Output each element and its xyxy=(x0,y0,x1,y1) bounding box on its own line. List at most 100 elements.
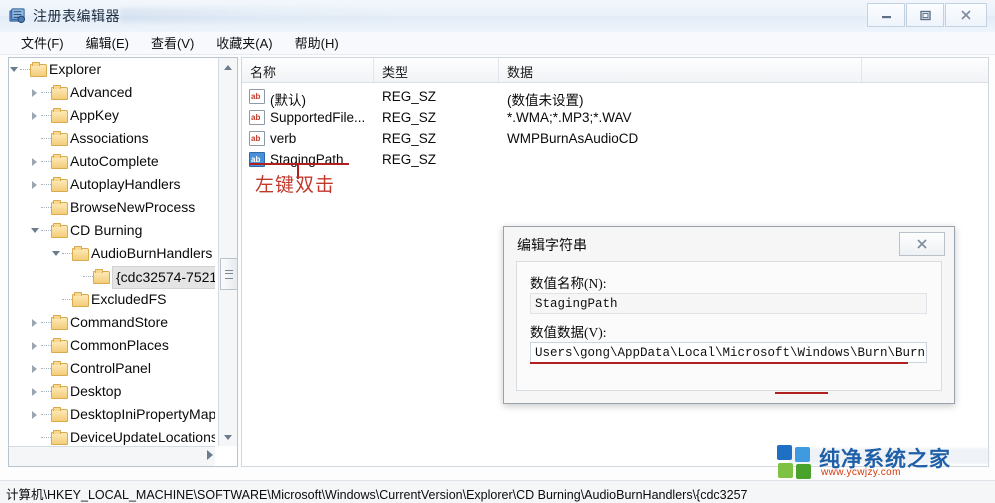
tree-node-label: Associations xyxy=(70,130,149,146)
tree-node-label: Advanced xyxy=(70,84,133,100)
folder-icon xyxy=(72,292,89,307)
cell-type: REG_SZ xyxy=(382,131,437,146)
minimize-button[interactable] xyxy=(867,3,905,27)
folder-icon xyxy=(51,108,68,123)
cell-name: SupportedFile... xyxy=(270,110,366,125)
tree-node[interactable]: ExcludedFS xyxy=(9,288,215,311)
cell-type: REG_SZ xyxy=(382,110,437,125)
tree-node-label: {cdc32574-7521- xyxy=(112,266,215,289)
cell-type: REG_SZ xyxy=(382,89,437,104)
folder-icon xyxy=(51,407,68,422)
table-row[interactable]: ab SupportedFile... REG_SZ *.WMA;*.MP3;*.WA… xyxy=(242,108,988,129)
menu-file[interactable]: 文件(F) xyxy=(10,32,75,54)
edit-string-dialog: 编辑字符串 数值名称(N): StagingPath 数值数据(V): User… xyxy=(503,226,955,404)
tree-node[interactable]: AutoComplete xyxy=(9,150,215,173)
annotation-ok-underline xyxy=(775,392,828,394)
tree-node[interactable]: AudioBurnHandlers xyxy=(9,242,215,265)
registry-tree-pane: Explorer Advanced AppKey Associations AutoCo… xyxy=(8,57,238,467)
tree-node[interactable]: DesktopIniPropertyMap xyxy=(9,403,215,426)
tree-node-label: ExcludedFS xyxy=(91,291,167,307)
menu-edit[interactable]: 编辑(E) xyxy=(75,32,140,54)
chevron-right-icon xyxy=(32,411,37,419)
tree-node[interactable]: CD Burning xyxy=(9,219,215,242)
close-button[interactable] xyxy=(945,3,987,27)
window-controls xyxy=(867,3,987,27)
tree-node[interactable]: Advanced xyxy=(9,81,215,104)
value-name-field[interactable]: StagingPath xyxy=(530,293,927,314)
value-data-field[interactable]: Users\gong\AppData\Local\Microsoft\Windo… xyxy=(530,342,927,363)
status-bar: 计算机\HKEY_LOCAL_MACHINE\SOFTWARE\Microsof… xyxy=(0,480,995,503)
tree-node[interactable]: AppKey xyxy=(9,104,215,127)
column-divider[interactable] xyxy=(498,58,499,82)
tree-node-label: Desktop xyxy=(70,383,122,399)
tree-node[interactable]: BrowseNewProcess xyxy=(9,196,215,219)
folder-icon xyxy=(51,131,68,146)
column-header-name[interactable]: 名称 xyxy=(250,62,276,81)
annotation-underline xyxy=(250,163,349,165)
chevron-right-icon xyxy=(32,342,37,350)
folder-icon xyxy=(51,338,68,353)
tree-node-label: ControlPanel xyxy=(70,360,151,376)
maximize-button[interactable] xyxy=(906,3,944,27)
folder-icon xyxy=(51,85,68,100)
annotation-data-underline xyxy=(530,362,908,364)
tree-node-label: DeviceUpdateLocations xyxy=(70,429,215,445)
chevron-right-icon xyxy=(32,388,37,396)
scroll-up-icon[interactable] xyxy=(219,58,237,76)
tree-horizontal-scrollbar[interactable] xyxy=(9,446,215,466)
tree-node[interactable]: AutoplayHandlers xyxy=(9,173,215,196)
chevron-down-icon xyxy=(10,67,18,76)
folder-icon xyxy=(72,246,89,261)
cell-data: *.WMA;*.MP3;*.WAV xyxy=(507,110,632,125)
cell-name: (默认) xyxy=(270,93,306,108)
chevron-right-icon xyxy=(32,112,37,120)
tree-node[interactable]: Associations xyxy=(9,127,215,150)
folder-icon xyxy=(51,154,68,169)
tree-vertical-scrollbar[interactable] xyxy=(218,58,237,446)
column-divider[interactable] xyxy=(861,58,862,82)
scroll-thumb[interactable] xyxy=(220,258,237,290)
tree-node[interactable]: {cdc32574-7521- xyxy=(9,265,215,289)
tree-node[interactable]: DeviceUpdateLocations xyxy=(9,426,215,446)
column-header-data[interactable]: 数据 xyxy=(507,62,533,81)
menu-help[interactable]: 帮助(H) xyxy=(284,32,350,54)
value-name-label: 数值名称(N): xyxy=(530,276,607,291)
column-header-type[interactable]: 类型 xyxy=(382,62,408,81)
chevron-down-icon xyxy=(31,228,39,237)
folder-icon xyxy=(51,223,68,238)
chevron-right-icon xyxy=(32,158,37,166)
menu-favorites[interactable]: 收藏夹(A) xyxy=(205,32,283,54)
scroll-down-icon[interactable] xyxy=(219,428,237,446)
value-data-label: 数值数据(V): xyxy=(530,325,607,340)
registry-editor-window: 注册表编辑器 文件(F) 编辑(E) 查看(V) 收藏夹(A) 帮助(H) Ex… xyxy=(0,0,995,503)
annotation-hint-text: 左键双击 xyxy=(255,175,336,196)
tree-node[interactable]: Explorer xyxy=(9,58,215,81)
string-value-icon: ab xyxy=(249,110,265,125)
chevron-right-icon xyxy=(32,319,37,327)
tree-node-label: DesktopIniPropertyMap xyxy=(70,406,215,422)
cell-data: WMPBurnAsAudioCD xyxy=(507,131,639,146)
folder-icon xyxy=(93,269,110,284)
table-row[interactable]: ab (默认) REG_SZ (数值未设置) xyxy=(242,87,988,108)
chevron-right-icon xyxy=(32,365,37,373)
registry-tree[interactable]: Explorer Advanced AppKey Associations AutoCo… xyxy=(9,58,215,446)
folder-icon xyxy=(51,384,68,399)
tree-node-label: CommonPlaces xyxy=(70,337,169,353)
dialog-close-button[interactable] xyxy=(899,232,945,256)
column-divider[interactable] xyxy=(373,58,374,82)
table-row[interactable]: ab StagingPath REG_SZ xyxy=(242,150,988,171)
dialog-body: 数值名称(N): StagingPath 数值数据(V): Users\gong… xyxy=(516,261,942,391)
tree-node[interactable]: ControlPanel xyxy=(9,357,215,380)
chevron-right-icon xyxy=(32,181,37,189)
scroll-right-icon[interactable] xyxy=(207,450,213,460)
tree-node-label: BrowseNewProcess xyxy=(70,199,196,215)
watermark-url: www.ycwjzy.com xyxy=(821,467,901,478)
table-row[interactable]: ab verb REG_SZ WMPBurnAsAudioCD xyxy=(242,129,988,150)
tree-node[interactable]: CommonPlaces xyxy=(9,334,215,357)
menu-view[interactable]: 查看(V) xyxy=(140,32,205,54)
tree-node[interactable]: Desktop xyxy=(9,380,215,403)
dialog-title: 编辑字符串 xyxy=(517,237,587,253)
list-header: 名称 类型 数据 xyxy=(242,58,988,83)
watermark-logo-icon xyxy=(777,445,811,479)
tree-node[interactable]: CommandStore xyxy=(9,311,215,334)
